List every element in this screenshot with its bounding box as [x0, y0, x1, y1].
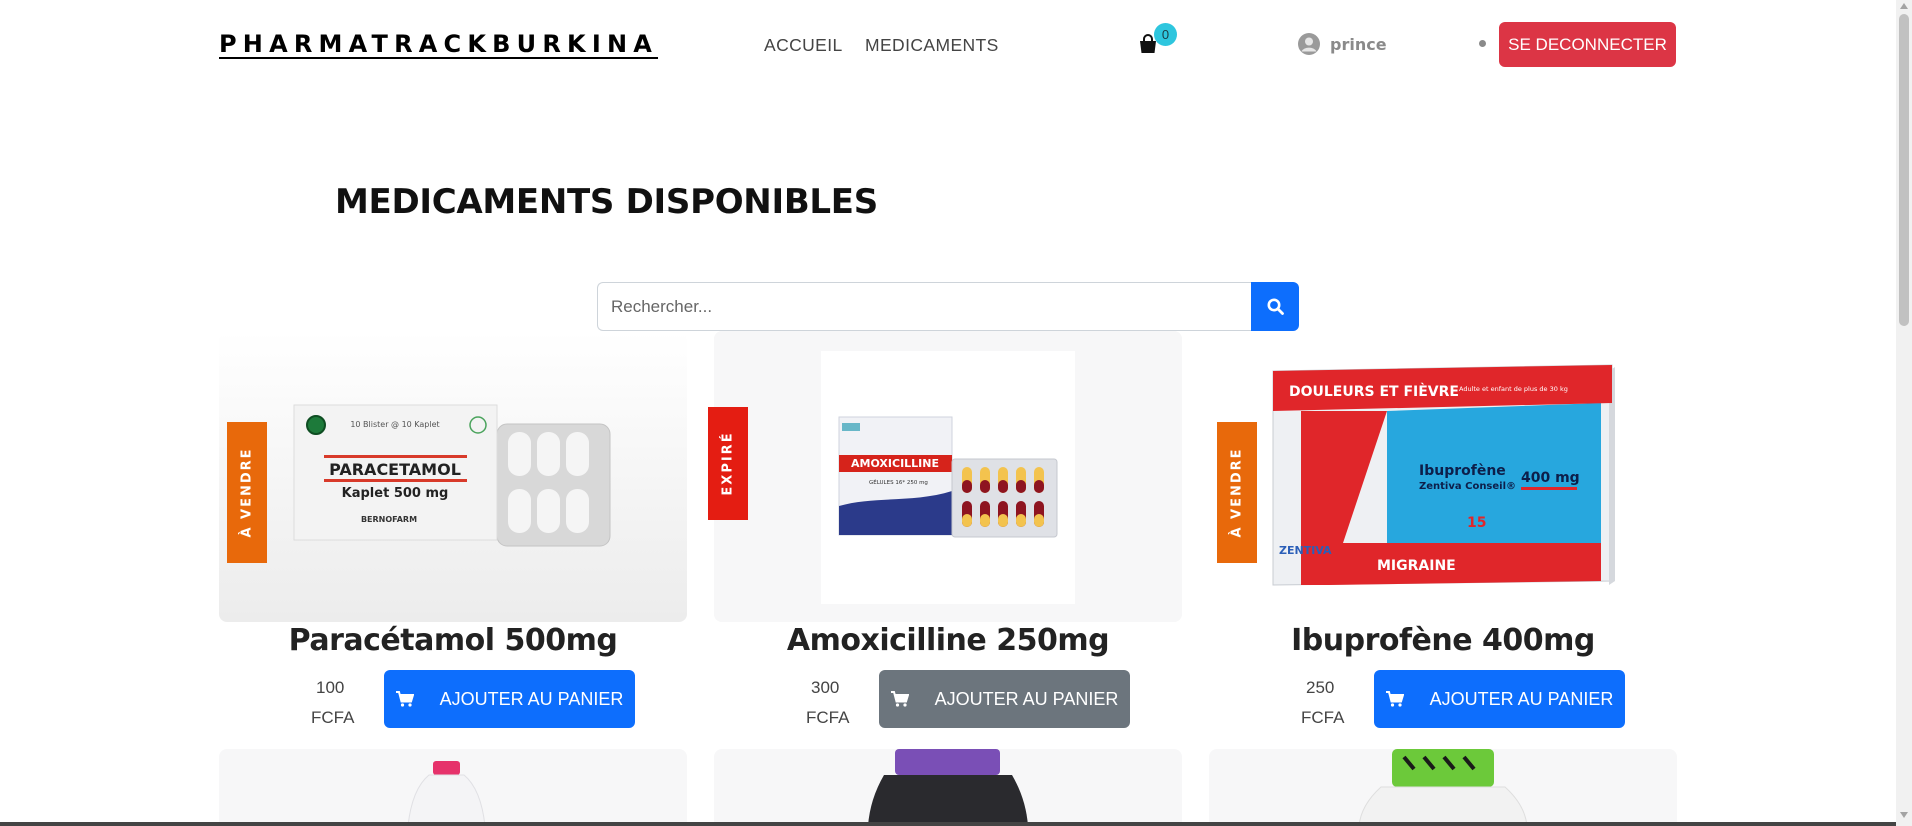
product-price: 100 FCFA	[311, 678, 355, 727]
package-text: PARACETAMOL	[329, 460, 461, 479]
status-badge: À VENDRE	[227, 422, 267, 563]
product-price: 250 FCFA	[1301, 678, 1345, 727]
product-card-partial	[714, 749, 1182, 826]
search-input[interactable]	[597, 282, 1251, 331]
package-text: Adulte et enfant de plus de 30 kg	[1459, 385, 1568, 393]
nav-link-medicaments[interactable]: MEDICAMENTS	[865, 35, 999, 56]
product-name: Paracétamol 500mg	[288, 623, 618, 658]
add-to-cart-button[interactable]: AJOUTER AU PANIER	[384, 670, 635, 728]
cart-count-badge: 0	[1154, 23, 1177, 46]
package-text: Kaplet 500 mg	[342, 486, 449, 501]
cart-icon	[1385, 691, 1404, 707]
package-text: 15	[1467, 515, 1486, 531]
cart-icon	[890, 691, 909, 707]
user-menu[interactable]: prince	[1298, 33, 1387, 55]
package-text: Zentiva Conseil®	[1419, 481, 1516, 492]
product-card: DOULEURS ET FIÈVRE Adulte et enfant de p…	[1209, 331, 1677, 731]
status-badge: EXPIRÉ	[708, 407, 748, 520]
product-name: Amoxicilline 250mg	[786, 623, 1110, 658]
scrollbar-thumb[interactable]	[1899, 14, 1909, 326]
user-icon	[1298, 33, 1320, 55]
product-card-partial	[1209, 749, 1677, 826]
product-price: 300 FCFA	[806, 678, 850, 727]
scroll-down-arrow-icon[interactable]	[1900, 812, 1908, 818]
add-to-cart-button[interactable]: AJOUTER AU PANIER	[879, 670, 1130, 728]
add-to-cart-button[interactable]: AJOUTER AU PANIER	[1374, 670, 1625, 728]
package-text: DOULEURS ET FIÈVRE	[1289, 383, 1459, 400]
package-text: 400 mg	[1521, 470, 1580, 486]
cart-icon	[395, 691, 414, 707]
user-name: prince	[1330, 34, 1387, 54]
package-text: Ibuprofène	[1419, 463, 1506, 479]
logout-button[interactable]: SE DECONNECTER	[1499, 22, 1676, 67]
product-image: DOULEURS ET FIÈVRE Adulte et enfant de p…	[1209, 331, 1677, 622]
status-badge: À VENDRE	[1217, 422, 1257, 563]
product-card-partial	[219, 749, 687, 826]
navbar: PHARMATRACKBURKINA ACCUEIL MEDICAMENTS 0…	[0, 0, 1896, 92]
search-icon	[1267, 298, 1284, 315]
product-image: AMOXICILLINE GÉLULES 16* 250 mg	[714, 331, 1182, 622]
package-text: GÉLULES 16* 250 mg	[869, 478, 928, 486]
scroll-up-arrow-icon[interactable]	[1900, 3, 1908, 9]
product-card: AMOXICILLINE GÉLULES 16* 250 mg EXPIRÉ A…	[708, 331, 1182, 731]
package-text: AMOXICILLINE	[851, 457, 939, 470]
search-button[interactable]	[1251, 282, 1299, 331]
search-bar	[597, 282, 1299, 331]
product-card: 10 Blister @ 10 Kaplet PARACETAMOL Kaple…	[219, 331, 687, 731]
package-text: 10 Blister @ 10 Kaplet	[350, 420, 439, 429]
page-title: MEDICAMENTS DISPONIBLES	[335, 182, 878, 222]
window-bottom-edge	[0, 822, 1896, 826]
product-image: 10 Blister @ 10 Kaplet PARACETAMOL Kaple…	[219, 331, 687, 622]
product-name: Ibuprofène 400mg	[1291, 623, 1595, 658]
brand-logo-link[interactable]: PHARMATRACKBURKINA	[219, 30, 658, 58]
separator-dot	[1479, 40, 1486, 47]
package-text: ZENTIVA	[1279, 544, 1332, 557]
package-text: BERNOFARM	[361, 515, 417, 524]
nav-link-accueil[interactable]: ACCUEIL	[764, 35, 843, 56]
package-text: MIGRAINE	[1377, 558, 1456, 574]
